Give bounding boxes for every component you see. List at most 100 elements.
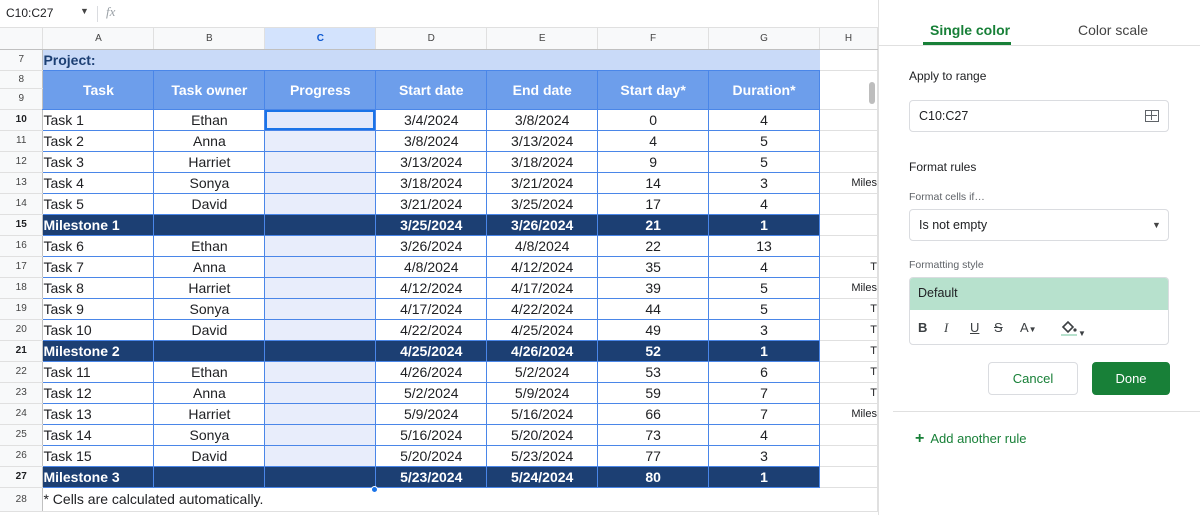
progress-cell[interactable] <box>264 424 377 446</box>
row-number[interactable]: 24 <box>0 403 44 425</box>
owner-cell[interactable]: Sonya <box>153 424 266 446</box>
progress-cell[interactable] <box>264 340 377 362</box>
owner-cell[interactable]: Ethan <box>153 361 266 383</box>
task-cell[interactable]: Task 8 <box>42 277 155 299</box>
start-date-cell[interactable]: 5/2/2024 <box>375 382 488 404</box>
h-column-cell[interactable] <box>819 130 878 152</box>
start-day-cell[interactable]: 14 <box>597 172 710 194</box>
duration-cell[interactable]: 5 <box>708 298 820 320</box>
start-day-cell[interactable]: 73 <box>597 424 710 446</box>
task-cell[interactable]: Milestone 2 <box>42 340 155 362</box>
row-number[interactable]: 9 <box>0 88 44 110</box>
row-number[interactable]: 13 <box>0 172 44 194</box>
end-date-cell[interactable]: 5/2/2024 <box>486 361 599 383</box>
start-date-cell[interactable]: 3/8/2024 <box>375 130 488 152</box>
end-date-cell[interactable]: 4/12/2024 <box>486 256 599 278</box>
select-all-corner[interactable] <box>0 28 44 50</box>
end-date-cell[interactable]: 4/26/2024 <box>486 340 599 362</box>
start-date-cell[interactable]: 4/17/2024 <box>375 298 488 320</box>
h-column-cell[interactable]: T <box>819 382 878 404</box>
duration-cell[interactable]: 13 <box>708 235 820 257</box>
start-day-cell[interactable]: 17 <box>597 193 710 215</box>
progress-cell[interactable] <box>264 235 377 257</box>
h-column-cell[interactable] <box>819 424 878 446</box>
start-day-cell[interactable]: 9 <box>597 151 710 173</box>
progress-cell[interactable] <box>264 193 377 215</box>
row-number[interactable]: 20 <box>0 319 44 341</box>
column-header-a[interactable]: A <box>42 28 155 50</box>
row-number[interactable]: 28 <box>0 487 44 512</box>
progress-cell[interactable] <box>264 382 377 404</box>
duration-cell[interactable]: 7 <box>708 403 820 425</box>
progress-cell[interactable] <box>264 298 377 320</box>
progress-cell[interactable] <box>264 214 377 236</box>
start-date-cell[interactable]: 5/20/2024 <box>375 445 488 467</box>
duration-cell[interactable]: 4 <box>708 109 820 131</box>
tab-color-scale[interactable]: Color scale <box>1078 22 1148 38</box>
h-column-cell[interactable]: Miles <box>819 277 878 299</box>
footnote-cell[interactable]: * Cells are calculated automatically. <box>42 487 487 512</box>
progress-cell[interactable] <box>264 109 377 131</box>
progress-cell[interactable] <box>264 403 377 425</box>
start-date-cell[interactable]: 3/18/2024 <box>375 172 488 194</box>
owner-cell[interactable]: David <box>153 319 266 341</box>
end-date-cell[interactable]: 5/16/2024 <box>486 403 599 425</box>
owner-cell[interactable] <box>153 340 266 362</box>
end-date-cell[interactable]: 5/9/2024 <box>486 382 599 404</box>
start-day-cell[interactable]: 22 <box>597 235 710 257</box>
done-button[interactable]: Done <box>1092 362 1170 395</box>
h-column-cell[interactable] <box>819 109 878 131</box>
task-cell[interactable]: Task 14 <box>42 424 155 446</box>
duration-cell[interactable]: 3 <box>708 172 820 194</box>
start-day-cell[interactable]: 0 <box>597 109 710 131</box>
progress-cell[interactable] <box>264 466 377 488</box>
underline-button[interactable]: U <box>970 320 979 335</box>
progress-cell[interactable] <box>264 151 377 173</box>
task-cell[interactable]: Task 1 <box>42 109 155 131</box>
end-date-cell[interactable]: 3/26/2024 <box>486 214 599 236</box>
h-column-cell[interactable] <box>819 151 878 173</box>
strikethrough-button[interactable]: S <box>994 320 1003 335</box>
start-date-cell[interactable]: 3/25/2024 <box>375 214 488 236</box>
start-date-cell[interactable]: 4/26/2024 <box>375 361 488 383</box>
start-date-cell[interactable]: 3/21/2024 <box>375 193 488 215</box>
row-number[interactable]: 19 <box>0 298 44 320</box>
task-cell[interactable]: Task 10 <box>42 319 155 341</box>
start-date-cell[interactable]: 5/16/2024 <box>375 424 488 446</box>
start-day-cell[interactable]: 52 <box>597 340 710 362</box>
start-date-cell[interactable]: 4/25/2024 <box>375 340 488 362</box>
h-column-cell[interactable] <box>819 235 878 257</box>
selection-fill-handle[interactable] <box>371 486 378 493</box>
h-column-cell[interactable]: Miles <box>819 403 878 425</box>
fill-color-button[interactable]: ▼ <box>1060 320 1086 339</box>
progress-cell[interactable] <box>264 277 377 299</box>
task-cell[interactable]: Task 2 <box>42 130 155 152</box>
h-column-cell[interactable]: Miles <box>819 172 878 194</box>
duration-cell[interactable]: 4 <box>708 424 820 446</box>
task-cell[interactable]: Task 13 <box>42 403 155 425</box>
start-date-cell[interactable]: 5/23/2024 <box>375 466 488 488</box>
h-column-cell[interactable] <box>819 466 878 488</box>
start-day-cell[interactable]: 66 <box>597 403 710 425</box>
task-cell[interactable]: Task 15 <box>42 445 155 467</box>
start-day-cell[interactable]: 53 <box>597 361 710 383</box>
condition-select[interactable]: Is not empty ▼ <box>909 209 1169 241</box>
duration-cell[interactable]: 1 <box>708 214 820 236</box>
row-number[interactable]: 22 <box>0 361 44 383</box>
task-cell[interactable]: Task 11 <box>42 361 155 383</box>
header-start-day[interactable]: Start day* <box>597 70 710 110</box>
row-number[interactable]: 21 <box>0 340 44 362</box>
start-date-cell[interactable]: 4/12/2024 <box>375 277 488 299</box>
task-cell[interactable]: Task 6 <box>42 235 155 257</box>
progress-cell[interactable] <box>264 130 377 152</box>
cancel-button[interactable]: Cancel <box>988 362 1078 395</box>
task-cell[interactable]: Task 3 <box>42 151 155 173</box>
column-header-b[interactable]: B <box>153 28 266 50</box>
header-start-date[interactable]: Start date <box>375 70 488 110</box>
header-task[interactable]: Task <box>42 70 155 110</box>
owner-cell[interactable] <box>153 466 266 488</box>
start-date-cell[interactable]: 3/13/2024 <box>375 151 488 173</box>
h-column-cell[interactable]: T <box>819 256 878 278</box>
row-number[interactable]: 8 <box>0 70 44 89</box>
header-end-date[interactable]: End date <box>486 70 599 110</box>
